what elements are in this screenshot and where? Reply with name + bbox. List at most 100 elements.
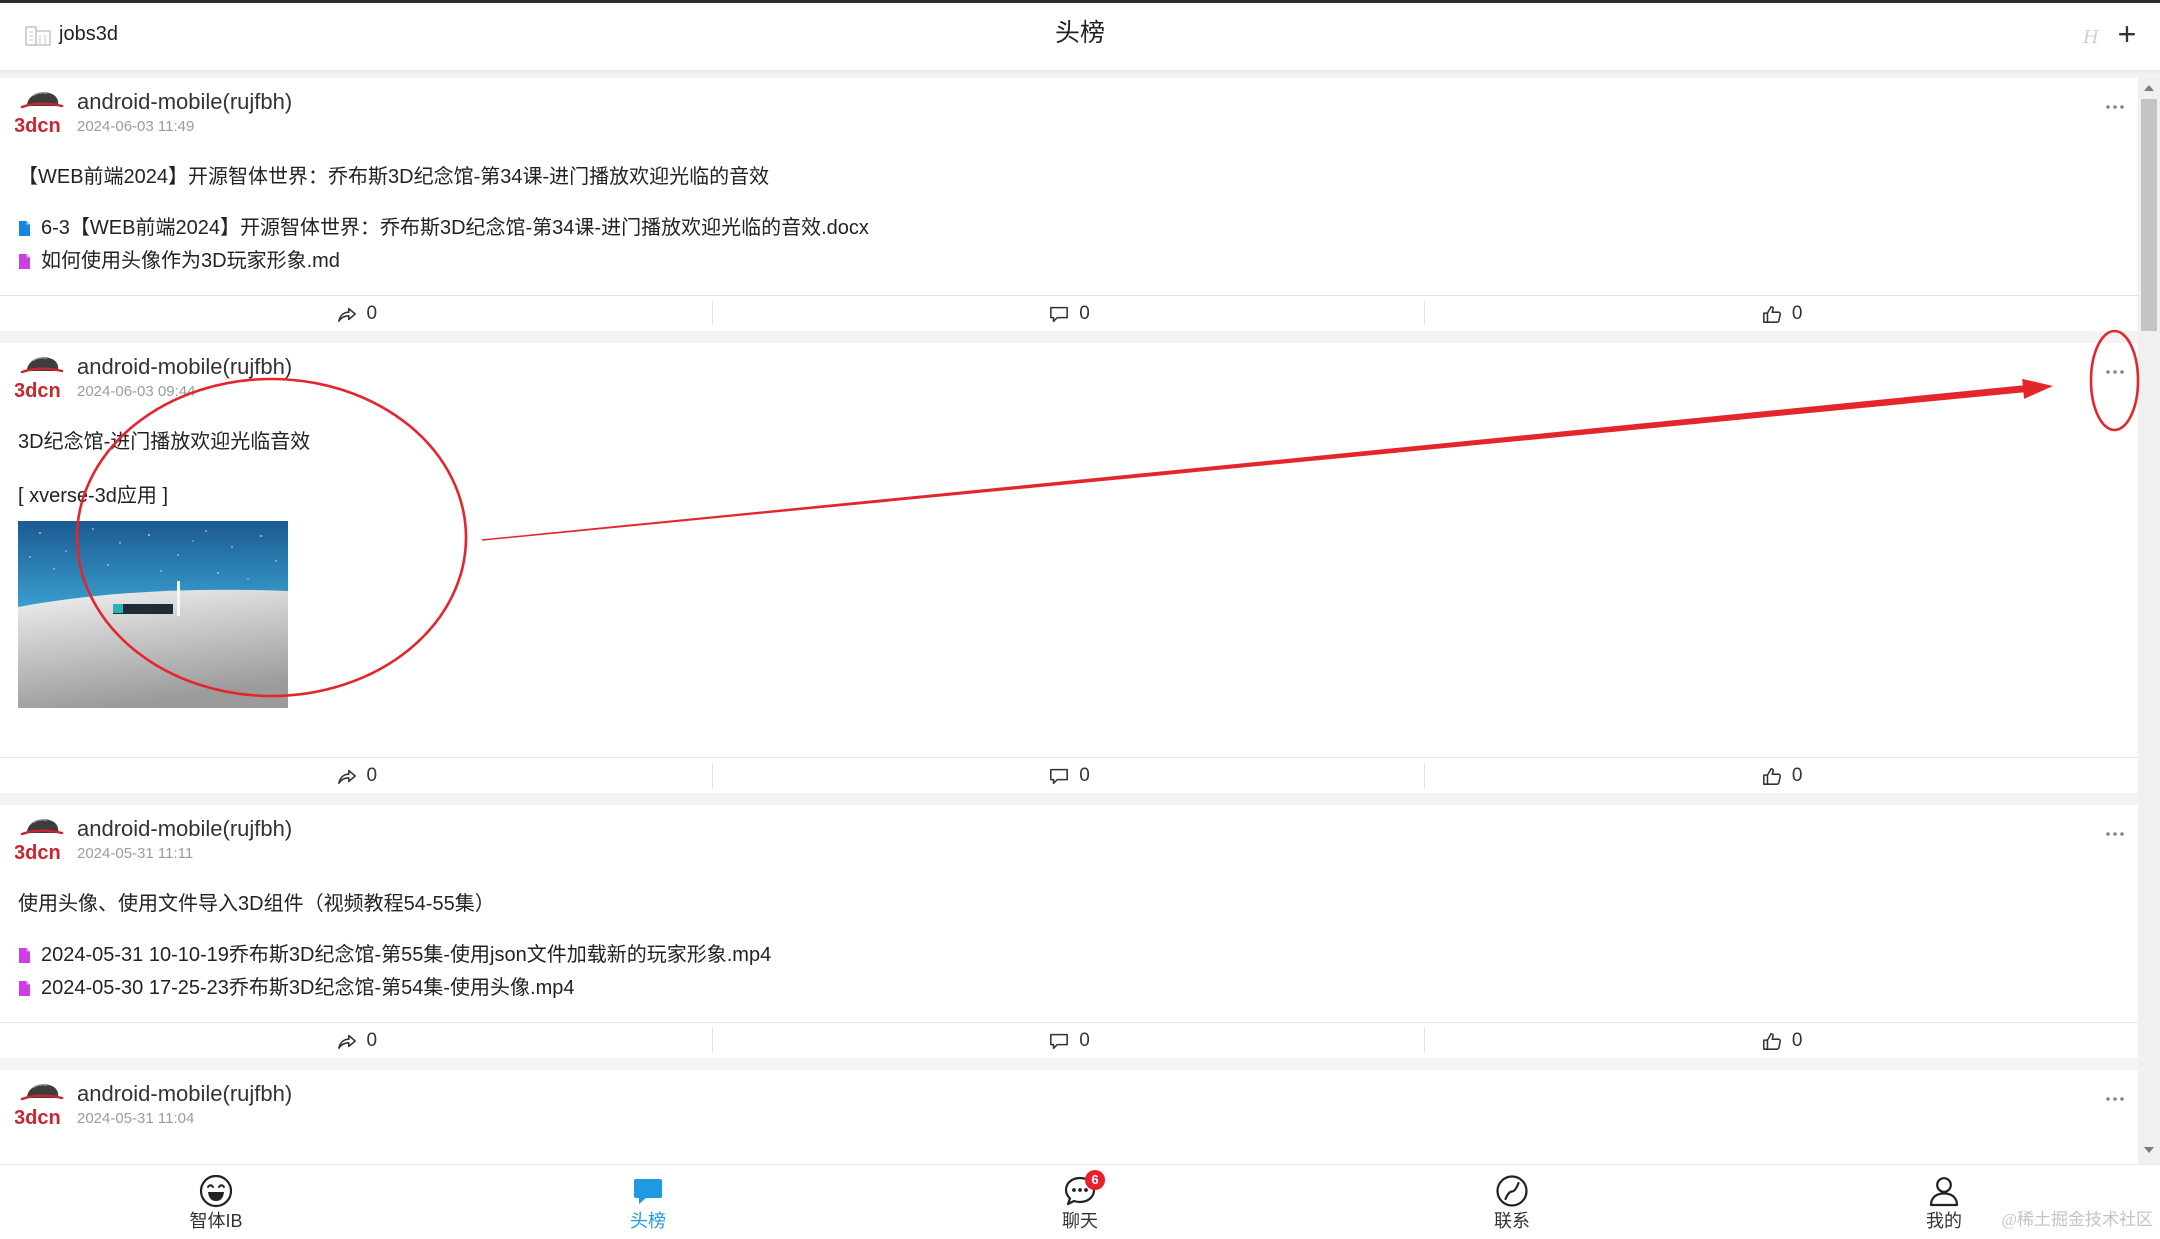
post-body: 使用头像、使用文件导入3D组件（视频教程54-55集） 2024-05-31 1…	[18, 891, 2118, 1005]
like-button[interactable]: 0	[1425, 758, 2138, 793]
like-count: 0	[1791, 1029, 1803, 1051]
tab-zhiti[interactable]: 智体IB	[0, 1165, 432, 1239]
thumbs-up-icon	[1761, 304, 1783, 324]
user-icon	[1929, 1177, 1959, 1207]
comment-count: 0	[1079, 302, 1090, 324]
add-button[interactable]: +	[2112, 16, 2142, 52]
post-body: 【WEB前端2024】开源智体世界：乔布斯3D纪念馆-第34课-进门播放欢迎光临…	[18, 164, 2118, 278]
post-card: 3dcn android-mobile(rujfbh) 2024-05-31 1…	[0, 1070, 2138, 1164]
tab-label: 头榜	[630, 1211, 666, 1231]
post-more-button[interactable]	[2101, 821, 2129, 847]
tab-chat[interactable]: 6 聊天	[864, 1165, 1296, 1239]
attachment-link[interactable]: 2024-05-30 17-25-23乔布斯3D纪念馆-第54集-使用头像.mp…	[18, 972, 2118, 1005]
attachment-name: 2024-05-30 17-25-23乔布斯3D纪念馆-第54集-使用头像.mp…	[41, 977, 575, 999]
like-button[interactable]: 0	[1425, 296, 2138, 331]
post-body: 3D纪念馆-进门播放欢迎光临音效 [ xverse-3d应用 ]	[18, 429, 2118, 708]
avatar[interactable]: 3dcn	[15, 352, 65, 400]
like-count: 0	[1791, 302, 1803, 324]
comment-button[interactable]: 0	[713, 758, 1426, 793]
app-name[interactable]: jobs3d	[59, 21, 118, 47]
avatar-logo-text: 3dcn	[15, 115, 61, 135]
tab-toubang[interactable]: 头榜	[432, 1165, 864, 1239]
avatar-logo: 3dcn	[15, 814, 65, 862]
comment-count: 0	[1079, 764, 1090, 786]
share-count: 0	[366, 764, 378, 786]
post-text: 【WEB前端2024】开源智体世界：乔布斯3D纪念馆-第34课-进门播放欢迎光临…	[18, 166, 770, 188]
author-name[interactable]: android-mobile(rujfbh)	[77, 353, 292, 381]
avatar-logo-text: 3dcn	[15, 1107, 61, 1127]
avatar-logo: 3dcn	[15, 1079, 65, 1127]
avatar-logo-text: 3dcn	[15, 380, 61, 400]
tab-icon-wrap	[1927, 1174, 1961, 1208]
post-more-button[interactable]	[2101, 359, 2129, 385]
share-button[interactable]: 0	[0, 1023, 713, 1058]
md-file-icon	[18, 253, 31, 270]
author-name[interactable]: android-mobile(rujfbh)	[77, 815, 292, 843]
comment-count: 0	[1079, 1029, 1090, 1051]
tab-icon-wrap: 6	[1063, 1170, 1105, 1208]
post-text: 使用头像、使用文件导入3D组件（视频教程54-55集）	[18, 893, 495, 915]
tab-label: 我的	[1926, 1211, 1962, 1231]
scene-thumbnail	[18, 521, 288, 708]
mp4-file-icon	[18, 947, 31, 964]
chat-bubble-filled-icon	[634, 1179, 662, 1204]
comment-icon	[1048, 766, 1070, 786]
like-button[interactable]: 0	[1425, 1023, 2138, 1058]
laughing-face-icon	[199, 1174, 233, 1208]
scrollbar-thumb[interactable]	[2141, 99, 2157, 331]
tab-contacts[interactable]: 联系	[1296, 1165, 1728, 1239]
comment-button[interactable]: 0	[713, 1023, 1426, 1058]
post-time: 2024-05-31 11:11	[77, 845, 194, 862]
avatar-logo: 3dcn	[15, 352, 65, 400]
scroll-up-arrow[interactable]	[2143, 84, 2155, 92]
post-tag[interactable]: [ xverse-3d应用 ]	[18, 483, 2118, 509]
thumbs-up-icon	[1761, 766, 1783, 786]
post-more-button[interactable]	[2101, 1086, 2129, 1112]
share-button[interactable]: 0	[0, 758, 713, 793]
h-button[interactable]: H	[2080, 24, 2102, 52]
attachment-link[interactable]: 如何使用头像作为3D玩家形象.md	[18, 245, 2118, 278]
share-icon	[336, 766, 358, 786]
attachment-name: 6-3【WEB前端2024】开源智体世界：乔布斯3D纪念馆-第34课-进门播放欢…	[41, 217, 869, 239]
compass-icon	[1496, 1175, 1528, 1207]
post-card: 3dcn android-mobile(rujfbh) 2024-05-31 1…	[0, 805, 2138, 1058]
mp4-file-icon	[18, 980, 31, 997]
post-more-button[interactable]	[2101, 94, 2129, 120]
jobs3d-logo-icon[interactable]	[23, 23, 55, 49]
attachment-list: 6-3【WEB前端2024】开源智体世界：乔布斯3D纪念馆-第34课-进门播放欢…	[18, 212, 2118, 278]
tab-icon-wrap	[199, 1174, 233, 1208]
tab-icon-wrap	[1495, 1174, 1529, 1208]
avatar[interactable]: 3dcn	[15, 87, 65, 135]
post-time: 2024-05-31 11:04	[77, 1110, 195, 1127]
share-button[interactable]: 0	[0, 296, 713, 331]
author-name[interactable]: android-mobile(rujfbh)	[77, 1080, 292, 1108]
like-count: 0	[1791, 764, 1803, 786]
post-feed[interactable]: 3dcn android-mobile(rujfbh) 2024-06-03 1…	[0, 70, 2138, 1164]
avatar-logo: 3dcn	[15, 87, 65, 135]
top-bar: jobs3d 头榜 H +	[0, 0, 2160, 70]
attachment-link[interactable]: 2024-05-31 10-10-19乔布斯3D纪念馆-第55集-使用json文…	[18, 939, 2118, 972]
scroll-down-arrow[interactable]	[2143, 1146, 2155, 1154]
comment-icon	[1048, 304, 1070, 324]
tab-label: 聊天	[1062, 1211, 1098, 1231]
attachment-list: 2024-05-31 10-10-19乔布斯3D纪念馆-第55集-使用json文…	[18, 939, 2118, 1005]
comment-button[interactable]: 0	[713, 296, 1426, 331]
share-count: 0	[366, 302, 378, 324]
avatar-logo-text: 3dcn	[15, 842, 61, 862]
author-name[interactable]: android-mobile(rujfbh)	[77, 88, 292, 116]
more-icon	[2101, 94, 2129, 120]
docx-file-icon	[18, 220, 31, 237]
avatar[interactable]: 3dcn	[15, 814, 65, 862]
attachment-link[interactable]: 6-3【WEB前端2024】开源智体世界：乔布斯3D纪念馆-第34课-进门播放欢…	[18, 212, 2118, 245]
avatar[interactable]: 3dcn	[15, 1079, 65, 1127]
attachment-name: 2024-05-31 10-10-19乔布斯3D纪念馆-第55集-使用json文…	[41, 944, 772, 966]
tab-icon-wrap	[631, 1174, 665, 1208]
scrollbar[interactable]	[2138, 78, 2160, 1164]
thumbs-up-icon	[1761, 1031, 1783, 1051]
post-image[interactable]	[18, 521, 288, 708]
more-icon	[2101, 359, 2129, 385]
unread-badge: 6	[1085, 1170, 1105, 1190]
tab-label: 联系	[1494, 1211, 1530, 1231]
share-icon	[336, 304, 358, 324]
attachment-name: 如何使用头像作为3D玩家形象.md	[41, 250, 340, 272]
